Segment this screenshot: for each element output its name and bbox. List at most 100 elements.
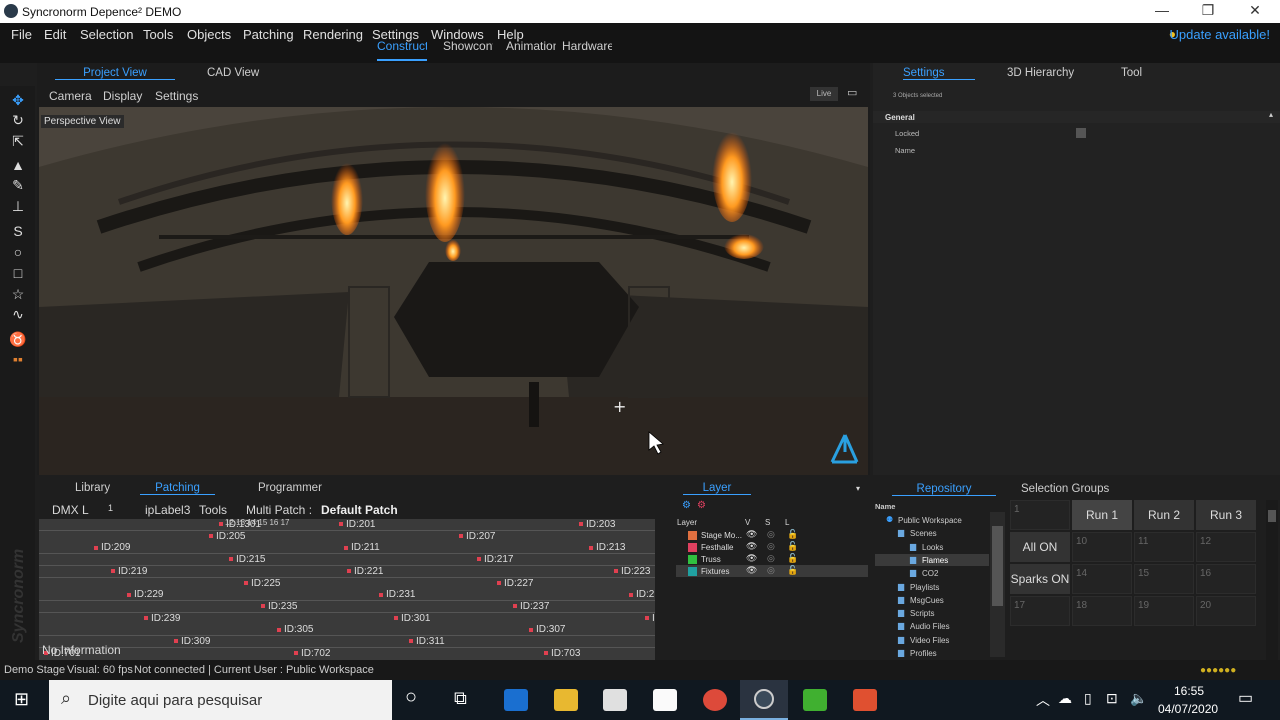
layer-row[interactable]: Truss 👁 ◎ 🔓 <box>676 553 868 565</box>
fixture-id[interactable]: ID:217 <box>477 554 513 565</box>
selection-group-button[interactable]: Run 1 <box>1072 500 1132 530</box>
selection-group-slot[interactable]: 10 <box>1072 532 1132 562</box>
clock-date[interactable]: 04/07/2020 <box>1158 702 1218 716</box>
tools-dropdown[interactable]: Tools <box>199 503 227 517</box>
3d-viewport[interactable]: + Perspective View <box>39 107 868 475</box>
lock-icon[interactable]: 🔓 <box>787 565 798 576</box>
solo-icon[interactable]: ◎ <box>767 553 775 564</box>
layer-menu-icon[interactable]: ▾ <box>856 484 860 493</box>
terrain-tool-icon[interactable]: ▲ <box>8 156 28 174</box>
star-tool-icon[interactable]: ☆ <box>8 285 28 303</box>
fixture-id[interactable]: ID:207 <box>459 531 495 542</box>
eye-icon[interactable]: 👁 <box>746 529 757 540</box>
patch-label-field[interactable]: ipLabel3 <box>145 503 190 517</box>
menu-patching[interactable]: Patching <box>243 27 294 42</box>
edge-browser-icon[interactable] <box>504 689 528 711</box>
patch-row[interactable]: ID:305 ID:307 <box>39 624 655 637</box>
selection-group-button[interactable]: Run 3 <box>1196 500 1256 530</box>
close-button[interactable]: ✕ <box>1235 2 1275 19</box>
layer-row[interactable]: Fixtures 👁 ◎ 🔓 <box>676 565 868 577</box>
selection-group-button[interactable]: Sparks ON <box>1010 564 1070 594</box>
collapse-icon[interactable]: ▴ <box>1269 110 1273 119</box>
drop-tool-icon[interactable]: ⊥ <box>8 197 28 215</box>
fixture-id[interactable]: ID:213 <box>589 542 625 553</box>
repository-item[interactable]: CO2 <box>922 569 938 578</box>
network-icon[interactable]: ⊡ <box>1106 690 1118 707</box>
repository-item[interactable]: Looks <box>922 543 943 552</box>
fixture-tool-icon[interactable]: ♉ <box>8 330 28 348</box>
locked-checkbox[interactable] <box>1076 128 1086 138</box>
tab-programmer[interactable]: Programmer <box>258 482 322 494</box>
volume-icon[interactable]: 🔈 <box>1130 690 1147 707</box>
patch-row[interactable]: ID:215 ID:217 <box>39 554 655 567</box>
lock-icon[interactable]: 🔓 <box>787 541 798 552</box>
store-icon[interactable] <box>603 689 627 711</box>
repository-item[interactable]: Scenes <box>910 529 937 538</box>
selection-group-button[interactable]: All ON <box>1010 532 1070 562</box>
layer-color-swatch[interactable] <box>688 567 697 576</box>
tab-layer[interactable]: Layer <box>683 482 751 495</box>
minimize-button[interactable]: — <box>1142 2 1182 18</box>
selection-group-slot[interactable]: 20 <box>1196 596 1256 626</box>
layer-color-swatch[interactable] <box>688 543 697 552</box>
selection-group-slot[interactable]: 17 <box>1010 596 1070 626</box>
paint-tool-icon[interactable]: ✎ <box>8 176 28 194</box>
fixture-id[interactable]: ID:235 <box>261 601 297 612</box>
menu-file[interactable]: File <box>11 27 32 42</box>
selection-group-slot[interactable]: 15 <box>1134 564 1194 594</box>
battery-icon[interactable]: ▯ <box>1084 690 1092 707</box>
camtasia-icon[interactable] <box>803 689 827 711</box>
repository-item[interactable]: Profiles <box>910 649 937 658</box>
solo-icon[interactable]: ◎ <box>767 565 775 576</box>
patch-name[interactable]: Default Patch <box>321 503 398 517</box>
tab-repository[interactable]: Repository <box>892 483 996 496</box>
fixture-id[interactable]: ID:239 <box>144 613 180 624</box>
patch-row[interactable]: ID:309 ID:311 <box>39 636 655 648</box>
layer-row[interactable]: Stage Mo... 👁 ◎ 🔓 <box>676 529 868 541</box>
lock-icon[interactable]: 🔓 <box>787 529 798 540</box>
menu-objects[interactable]: Objects <box>187 27 231 42</box>
menu-selection[interactable]: Selection <box>80 27 133 42</box>
patch-row[interactable]: ID:1301 ID:201 ID:203 <box>39 519 655 531</box>
update-available-link[interactable]: Update available! <box>1170 27 1270 42</box>
fixture-id[interactable]: ID:211 <box>344 542 380 553</box>
fixture-id[interactable]: ID:305 <box>277 624 313 635</box>
layer-color-swatch[interactable] <box>688 555 697 564</box>
onedrive-icon[interactable]: ☁ <box>1058 690 1072 707</box>
menu-tools[interactable]: Tools <box>143 27 173 42</box>
repository-item[interactable]: Video Files <box>910 636 949 645</box>
eye-icon[interactable]: 👁 <box>746 553 757 564</box>
eye-icon[interactable]: 👁 <box>746 541 757 552</box>
fixture-id[interactable]: ID:301 <box>394 613 430 624</box>
chrome-icon[interactable] <box>703 689 727 711</box>
repository-item[interactable]: Public Workspace <box>898 516 962 525</box>
fixture-id[interactable]: ID:225 <box>244 578 280 589</box>
cortana-icon[interactable]: ○ <box>405 686 417 709</box>
fixture-id[interactable]: ID:231 <box>379 589 415 600</box>
camera-menu[interactable]: Camera <box>49 89 92 103</box>
repository-scrollbar[interactable] <box>990 512 1005 657</box>
menu-rendering[interactable]: Rendering <box>303 27 363 42</box>
fixture-id[interactable]: ID:221 <box>347 566 383 577</box>
spline-tool-icon[interactable]: S <box>8 222 28 240</box>
notifications-icon[interactable]: ▭ <box>1238 688 1253 708</box>
fixture-id[interactable]: ID:311 <box>409 636 445 647</box>
scale-tool-icon[interactable]: ⇱ <box>8 132 28 150</box>
tab-cad-view[interactable]: CAD View <box>207 67 259 79</box>
selection-group-slot[interactable]: 19 <box>1134 596 1194 626</box>
tab-project-view[interactable]: Project View <box>55 67 175 80</box>
fixture-id[interactable]: ID:237 <box>513 601 549 612</box>
delete-layer-icon[interactable]: ⚙ <box>697 500 706 511</box>
circle-tool-icon[interactable]: ○ <box>8 243 28 261</box>
fixture-id[interactable]: ID:201 <box>339 519 375 530</box>
repository-item[interactable]: MsgCues <box>910 596 944 605</box>
tab-library[interactable]: Library <box>75 482 110 494</box>
maximize-view-icon[interactable]: ▭ <box>847 86 857 99</box>
selection-group-slot[interactable]: 12 <box>1196 532 1256 562</box>
patch-row[interactable]: ID:229 ID:231 ID:2 <box>39 589 655 602</box>
move-tool-icon[interactable]: ✥ <box>8 91 28 109</box>
dmx-universe-stepper[interactable]: 1 <box>108 503 142 513</box>
eye-icon[interactable]: 👁 <box>746 565 757 576</box>
patch-row[interactable]: ID:225 ID:227 <box>39 577 655 590</box>
menu-edit[interactable]: Edit <box>44 27 66 42</box>
